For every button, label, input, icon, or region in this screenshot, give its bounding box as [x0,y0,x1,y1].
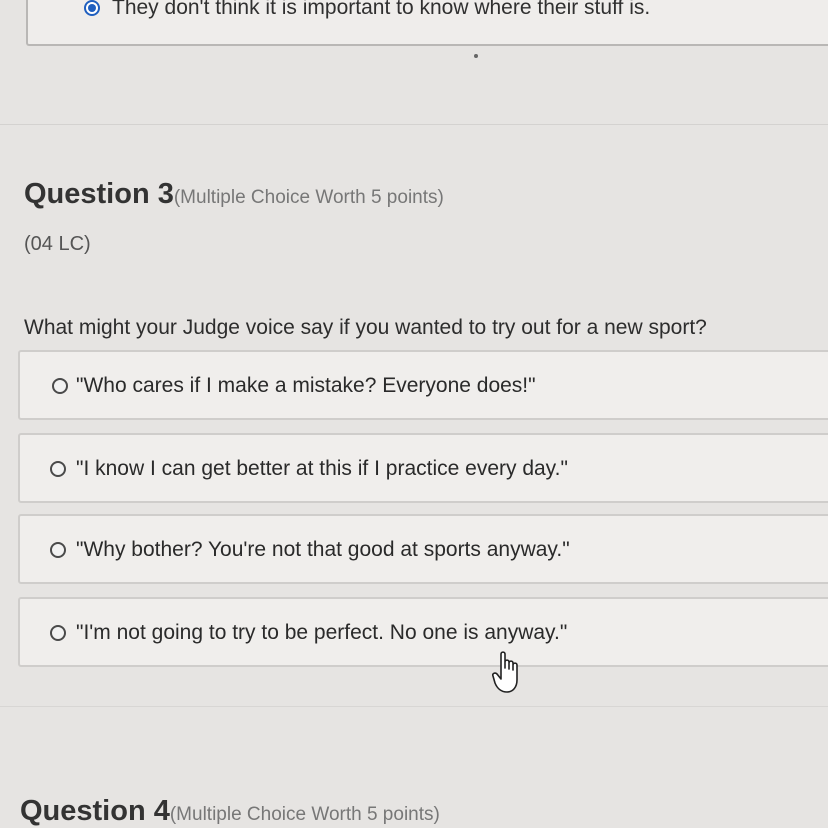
question-4-meta: (Multiple Choice Worth 5 points) [169,804,440,825]
previous-answer-card: They don't think it is important to know… [26,0,828,46]
radio-unselected-icon[interactable] [50,625,66,641]
scroll-dot [474,54,478,58]
answer-option-2-label: "I know I can get better at this if I pr… [76,457,568,480]
answer-option-3-label: "Why bother? You're not that good at spo… [76,538,570,561]
answer-option-4-label: "I'm not going to try to be perfect. No … [76,621,568,644]
radio-unselected-icon[interactable] [50,542,66,558]
section-divider [0,706,828,707]
question-3-meta: (Multiple Choice Worth 5 points) [173,187,444,208]
question-3-code: (04 LC) [24,233,91,255]
answer-option-3[interactable]: "Why bother? You're not that good at spo… [18,514,828,584]
previous-selected-option[interactable]: They don't think it is important to know… [84,0,650,20]
answer-option-1[interactable]: "Who cares if I make a mistake? Everyone… [18,350,828,420]
question-4-title: Question 4 [20,795,170,827]
question-3-heading: Question 3(Multiple Choice Worth 5 point… [24,178,444,211]
previous-option-label: They don't think it is important to know… [112,0,651,19]
radio-selected-icon[interactable] [84,0,100,16]
question-3-prompt: What might your Judge voice say if you w… [24,316,707,339]
question-3-title: Question 3 [24,178,174,210]
answer-option-4[interactable]: "I'm not going to try to be perfect. No … [18,597,828,667]
hand-pointer-icon [492,651,518,693]
section-divider [0,124,828,125]
answer-option-1-label: "Who cares if I make a mistake? Everyone… [76,374,536,397]
radio-unselected-icon[interactable] [52,378,68,394]
answer-option-2[interactable]: "I know I can get better at this if I pr… [18,433,828,503]
radio-unselected-icon[interactable] [50,461,66,477]
question-4-heading: Question 4(Multiple Choice Worth 5 point… [20,795,440,828]
